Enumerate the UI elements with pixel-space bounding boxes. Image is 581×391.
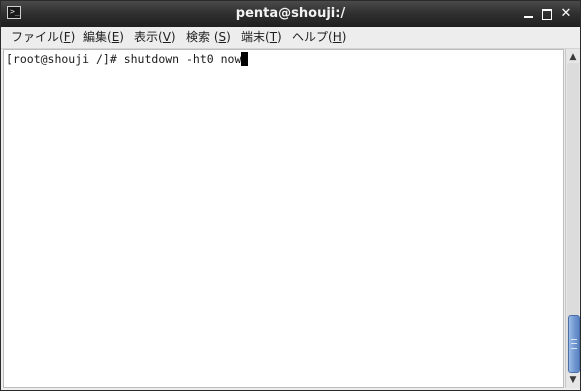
minimize-button[interactable] bbox=[520, 5, 538, 23]
window-title: penta@shouji:/ bbox=[235, 6, 346, 21]
scroll-down-arrow-icon[interactable]: ▼ bbox=[567, 374, 579, 386]
scroll-thumb[interactable] bbox=[568, 315, 580, 373]
maximize-button[interactable] bbox=[538, 5, 556, 23]
terminal-window: >_ penta@shouji:/ ✕ ファイル(F) 編集(E) 表示(V) … bbox=[0, 0, 581, 391]
grip-icon bbox=[571, 339, 577, 349]
menu-help[interactable]: ヘルプ(H) bbox=[292, 30, 346, 45]
close-button[interactable]: ✕ bbox=[557, 5, 575, 23]
command-text: [root@shouji /]# shutdown -ht0 now bbox=[6, 52, 242, 66]
command-line: [root@shouji /]# shutdown -ht0 now bbox=[6, 52, 249, 67]
text-cursor bbox=[241, 52, 249, 66]
close-icon: ✕ bbox=[560, 6, 572, 21]
maximize-icon bbox=[542, 9, 552, 20]
menu-terminal[interactable]: 端末(T) bbox=[241, 30, 282, 45]
vertical-scrollbar[interactable]: ▲ ▼ bbox=[565, 49, 580, 388]
title-bar[interactable]: >_ penta@shouji:/ ✕ bbox=[1, 1, 580, 27]
menu-file[interactable]: ファイル(F) bbox=[11, 30, 75, 45]
menu-edit[interactable]: 編集(E) bbox=[83, 30, 124, 45]
minimize-icon bbox=[524, 16, 533, 18]
menu-bar: ファイル(F) 編集(E) 表示(V) 検索 (S) 端末(T) ヘルプ(H) bbox=[1, 27, 580, 49]
scroll-up-arrow-icon[interactable]: ▲ bbox=[567, 51, 579, 63]
scroll-track[interactable] bbox=[567, 63, 580, 373]
menu-search[interactable]: 検索 (S) bbox=[186, 30, 231, 45]
menu-view[interactable]: 表示(V) bbox=[134, 30, 176, 45]
terminal-output[interactable]: [root@shouji /]# shutdown -ht0 now bbox=[3, 49, 564, 388]
